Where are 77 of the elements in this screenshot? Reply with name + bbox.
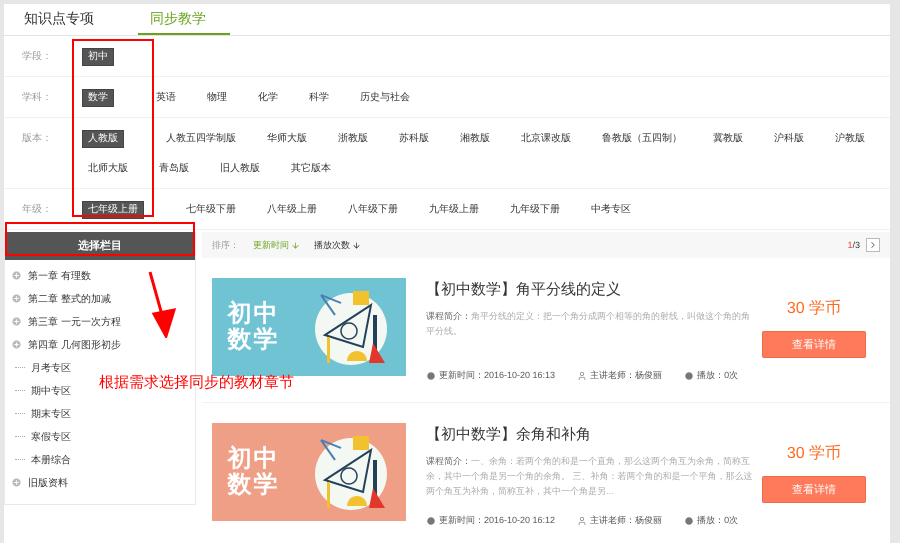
- filter-option[interactable]: 物理: [201, 89, 233, 107]
- filter-option[interactable]: 九年级下册: [504, 201, 566, 219]
- sidebar-item[interactable]: 期中专区: [11, 379, 71, 402]
- filter-option[interactable]: 数学: [82, 89, 114, 107]
- sort-label: 排序：: [212, 238, 239, 252]
- down-arrow-icon: [291, 240, 300, 250]
- user-icon: [577, 516, 588, 526]
- filter-option[interactable]: 初中: [82, 48, 114, 66]
- sidebar-item[interactable]: 本册综合: [11, 448, 71, 471]
- sidebar-item[interactable]: 第四章 几何图形初步: [11, 333, 121, 356]
- tab[interactable]: 知识点专项: [12, 4, 118, 35]
- filter-option[interactable]: 沪科版: [768, 130, 810, 148]
- play-count: 播放：0次: [684, 369, 738, 382]
- user-icon: [577, 370, 588, 380]
- sidebar-item[interactable]: 月考专区: [11, 356, 71, 379]
- sidebar-item[interactable]: 期末专区: [11, 402, 71, 425]
- filter-option[interactable]: 北京课改版: [515, 130, 577, 148]
- page-counter: 1/3: [847, 240, 860, 250]
- filter-option[interactable]: 旧人教版: [214, 160, 266, 178]
- filter-option[interactable]: 其它版本: [285, 160, 337, 178]
- clock-icon: [426, 370, 436, 380]
- filter-label: 学段：: [21, 50, 53, 64]
- plus-icon: [11, 316, 22, 327]
- course-intro: 课程简介：角平分线的定义：把一个角分成两个相等的角的射线，叫做这个角的角平分线。: [426, 310, 751, 338]
- sidebar-item[interactable]: 旧版资料: [11, 471, 68, 494]
- play-icon: [684, 516, 694, 526]
- filter-option[interactable]: 鲁教版（五四制）: [596, 130, 688, 148]
- filter-option[interactable]: 历史与社会: [354, 89, 416, 107]
- filter-label: 学科：: [21, 90, 53, 105]
- teacher-name: 主讲老师：杨俊丽: [577, 369, 662, 382]
- sort-option[interactable]: 播放次数: [314, 238, 361, 252]
- filter-option[interactable]: 中考专区: [585, 201, 637, 219]
- sidebar-item[interactable]: 第三章 一元一次方程: [11, 310, 121, 333]
- next-page-button[interactable]: [866, 238, 880, 252]
- annotation-text: 根据需求选择同步的教材章节: [99, 373, 294, 392]
- filter-option[interactable]: 人教五四学制版: [160, 130, 242, 148]
- banner-text: 初中 数学: [228, 446, 280, 498]
- filter-option[interactable]: 华师大版: [261, 130, 313, 148]
- course-price: 30 学币: [786, 298, 842, 319]
- filter-option[interactable]: 科学: [303, 89, 335, 107]
- filter-option[interactable]: 沪教版: [829, 130, 871, 148]
- sidebar-item[interactable]: 第一章 有理数: [11, 264, 91, 287]
- filter-option[interactable]: 化学: [252, 89, 284, 107]
- update-time: 更新时间：2016-10-20 16:12: [426, 514, 556, 527]
- filter-option[interactable]: 冀教版: [707, 130, 749, 148]
- plus-icon: [11, 339, 22, 350]
- filter-option[interactable]: 八年级上册: [261, 201, 323, 219]
- sidebar-item[interactable]: 第二章 整式的加减: [11, 287, 111, 310]
- filter-option[interactable]: 浙教版: [332, 130, 374, 148]
- filter-option[interactable]: 八年级下册: [342, 201, 404, 219]
- annotation-arrow: [146, 270, 176, 338]
- banner-text: 初中 数学: [228, 300, 280, 354]
- filter-option[interactable]: 九年级上册: [423, 201, 485, 219]
- teacher-name: 主讲老师：杨俊丽: [577, 514, 662, 527]
- course-title[interactable]: 【初中数学】角平分线的定义: [426, 280, 756, 299]
- play-count: 播放：0次: [684, 514, 738, 527]
- sidebar-title: 选择栏目: [5, 232, 195, 260]
- filter-label: 年级：: [21, 203, 53, 217]
- plus-icon: [11, 477, 22, 488]
- course-title[interactable]: 【初中数学】余角和补角: [426, 425, 756, 444]
- down-arrow-icon: [352, 240, 361, 250]
- clock-icon: [426, 516, 436, 526]
- course-intro: 课程简介：一、余角：若两个角的和是一个直角，那么这两个角互为余角，简称互余，其中一个角是另一个角的余角。 三、补角：若两个角的和是一个平角，那么这两个角互为补角，简称互补，其中一个角是另...: [426, 455, 754, 498]
- sidebar-item[interactable]: 寒假专区: [11, 425, 71, 448]
- play-icon: [684, 370, 694, 380]
- plus-icon: [11, 270, 22, 281]
- filter-label: 版本：: [21, 132, 53, 146]
- course-price: 30 学币: [786, 444, 842, 464]
- filter-option[interactable]: 北师大版: [82, 160, 134, 178]
- filter-option[interactable]: 苏科版: [393, 130, 435, 148]
- plus-icon: [11, 293, 22, 304]
- filter-option[interactable]: 湘教版: [454, 130, 496, 148]
- filter-option[interactable]: 英语: [150, 89, 182, 107]
- filter-option[interactable]: 七年级下册: [180, 201, 242, 219]
- filter-option[interactable]: 人教版: [82, 130, 124, 148]
- filter-option[interactable]: 青岛版: [153, 160, 195, 178]
- update-time: 更新时间：2016-10-20 16:13: [426, 369, 556, 382]
